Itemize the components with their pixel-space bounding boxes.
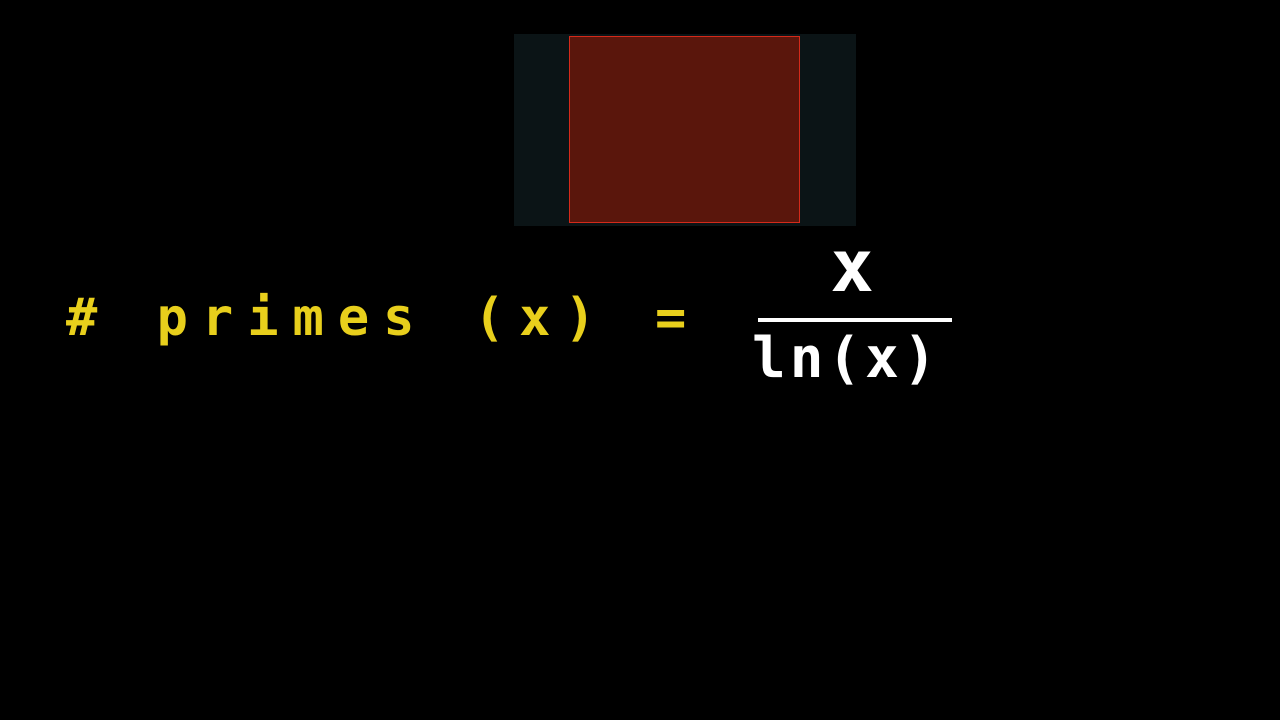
fraction-bar <box>758 318 952 322</box>
fraction: x ln(x) <box>752 228 972 398</box>
fraction-numerator: x <box>830 224 874 308</box>
formula-left-side: # primes (x) = <box>66 288 701 348</box>
red-rectangle <box>569 36 800 223</box>
video-panel <box>514 34 856 226</box>
fraction-denominator: ln(x) <box>752 326 941 391</box>
